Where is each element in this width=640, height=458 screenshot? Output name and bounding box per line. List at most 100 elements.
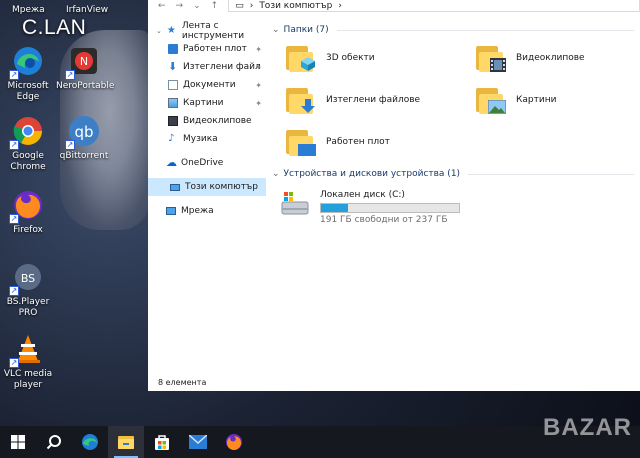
desktop-icon-nero[interactable]: N ↗ NeroPortable xyxy=(56,44,114,92)
folder-label: 3D обекти xyxy=(326,53,375,63)
desktop-icon-bsplayer[interactable]: BS ↗ BS.Player PRO xyxy=(0,260,56,319)
nav-item-this-pc[interactable]: Този компютър xyxy=(148,178,266,196)
devices-group-header[interactable]: ⌄ Устройства и дискови устройства (1) xyxy=(270,166,640,182)
desktop-icon-qbittorrent[interactable]: qb ↗ qBittorrent xyxy=(56,114,112,162)
content-pane: ⌄ Папки (7) 3D обекти Видеоклипове Изтег… xyxy=(270,22,640,372)
nero-icon: N ↗ xyxy=(65,44,101,80)
svg-text:qb: qb xyxy=(74,123,93,141)
taskbar-file-explorer[interactable] xyxy=(108,426,144,458)
chevron-down-icon: ⌄ xyxy=(156,27,162,35)
address-text: Този компютър xyxy=(259,0,333,11)
nav-item-network[interactable]: Мрежа xyxy=(148,202,266,220)
desktop-icon-label: Firefox xyxy=(13,225,43,235)
chevron-down-icon: ⌄ xyxy=(272,25,280,35)
desktop-icon-firefox[interactable]: ↗ Firefox xyxy=(0,188,56,236)
nav-label: OneDrive xyxy=(181,158,224,168)
nav-item-desktop[interactable]: Работен плот ✦ xyxy=(148,40,266,58)
address-chevron-icon: › xyxy=(338,0,342,11)
document-icon xyxy=(168,80,178,90)
computer-icon: ▭ xyxy=(235,0,244,11)
group-title: Папки (7) xyxy=(283,25,329,35)
desktop-icon-label: BS.Player PRO xyxy=(6,297,50,318)
drive-label: Локален диск (C:) xyxy=(320,190,405,200)
star-icon: ★ xyxy=(166,25,176,36)
svg-text:N: N xyxy=(80,55,88,68)
group-title: Устройства и дискови устройства (1) xyxy=(283,169,461,179)
taskbar-mail[interactable] xyxy=(180,426,216,458)
network-icon xyxy=(166,207,176,215)
nav-label: Картини xyxy=(183,98,224,108)
nav-label: Мрежа xyxy=(181,206,214,216)
pin-icon: ✦ xyxy=(255,80,262,90)
pin-icon: ✦ xyxy=(255,44,262,54)
folder-3d-objects[interactable]: 3D обекти xyxy=(286,44,375,72)
nav-label: Този компютър xyxy=(185,182,259,192)
folder-videos[interactable]: Видеоклипове xyxy=(476,44,585,72)
edge-icon: ↗ xyxy=(9,44,45,80)
chevron-down-icon: ⌄ xyxy=(272,169,280,179)
pin-icon: ✦ xyxy=(255,98,262,108)
folder-label: Видеоклипове xyxy=(516,53,585,63)
edge-icon xyxy=(82,434,98,450)
nav-item-pictures[interactable]: Картини ✦ xyxy=(148,94,266,112)
downloads-folder-icon xyxy=(286,86,316,114)
drive-space: 191 ГБ свободни от 237 ГБ xyxy=(320,215,448,225)
desktop-folder-icon xyxy=(168,44,178,54)
folder-label: Картини xyxy=(516,95,557,105)
folder-label: Работен плот xyxy=(326,137,390,147)
search-button[interactable] xyxy=(36,426,72,458)
navigation-bar: ← → ⌄ ↑ ▭ › Този компютър › xyxy=(148,0,640,12)
nav-item-documents[interactable]: Документи ✦ xyxy=(148,76,266,94)
nav-label: Изтеглени файл xyxy=(183,62,261,72)
nav-item-downloads[interactable]: ⬇ Изтеглени файл ✦ xyxy=(148,58,266,76)
up-icon[interactable]: ↑ xyxy=(211,1,219,11)
forward-icon[interactable]: → xyxy=(176,1,184,11)
desktop-icon-label: qBittorrent xyxy=(59,151,109,161)
nav-label: Документи xyxy=(183,80,236,90)
nav-label: Видеоклипове xyxy=(183,116,252,126)
nav-item-onedrive[interactable]: ☁ OneDrive xyxy=(148,154,266,172)
folder-downloads[interactable]: Изтеглени файлове xyxy=(286,86,420,114)
address-bar[interactable]: ▭ › Този компютър › xyxy=(228,0,640,12)
address-chevron-icon: › xyxy=(249,0,254,11)
windows-start-icon xyxy=(11,435,25,449)
drive-local-c[interactable]: Локален диск (C:) 191 ГБ свободни от 237… xyxy=(280,190,460,225)
desktop-icon-vlc[interactable]: ↗ VLC media player xyxy=(0,332,56,391)
vlc-icon: ↗ xyxy=(9,332,45,368)
desktop-icon-edge[interactable]: ↗ Microsoft Edge xyxy=(0,44,56,103)
drive-icon xyxy=(280,190,310,218)
recent-locations-icon[interactable]: ⌄ xyxy=(193,1,201,11)
file-explorer-icon xyxy=(118,436,134,449)
music-icon: ♪ xyxy=(168,133,175,144)
desktop-icon-label: Google Chrome xyxy=(10,151,46,172)
taskbar-firefox[interactable] xyxy=(216,426,252,458)
folders-group-header[interactable]: ⌄ Папки (7) xyxy=(270,22,640,38)
3d-objects-folder-icon xyxy=(286,44,316,72)
nav-item-videos[interactable]: Видеоклипове xyxy=(148,112,266,130)
videos-folder-icon xyxy=(476,44,506,72)
firefox-icon: ↗ xyxy=(9,188,45,224)
pictures-folder-icon xyxy=(476,86,506,114)
taskbar-store[interactable] xyxy=(144,426,180,458)
nav-label: Музика xyxy=(183,134,218,144)
folder-desktop[interactable]: Работен плот xyxy=(286,128,390,156)
qbittorrent-icon: qb ↗ xyxy=(65,114,101,150)
bsplayer-icon: BS ↗ xyxy=(9,260,45,296)
folder-label: Изтеглени файлове xyxy=(326,95,421,105)
back-icon[interactable]: ← xyxy=(158,1,166,11)
brand-watermark: C.LAN xyxy=(22,16,87,39)
taskbar-edge[interactable] xyxy=(72,426,108,458)
desktop-folder-icon xyxy=(286,128,316,156)
navigation-pane: ⌄ ★ Лента с инструменти Работен плот ✦ ⬇… xyxy=(148,21,266,372)
store-icon xyxy=(155,435,169,450)
desktop-icon-label: VLC media player xyxy=(3,369,53,390)
bazar-watermark: BAZAR xyxy=(543,414,632,441)
nav-quick-access[interactable]: ⌄ ★ Лента с инструменти xyxy=(148,21,266,41)
folder-pictures[interactable]: Картини xyxy=(476,86,556,114)
pin-icon: ✦ xyxy=(255,62,262,72)
start-button[interactable] xyxy=(0,426,36,458)
status-bar: 8 елемента xyxy=(158,378,207,387)
file-explorer-window: ← → ⌄ ↑ ▭ › Този компютър › ⌄ ★ Лента с … xyxy=(148,0,640,391)
nav-item-music[interactable]: ♪ Музика xyxy=(148,130,266,148)
desktop-icon-chrome[interactable]: ↗ Google Chrome xyxy=(0,114,56,173)
